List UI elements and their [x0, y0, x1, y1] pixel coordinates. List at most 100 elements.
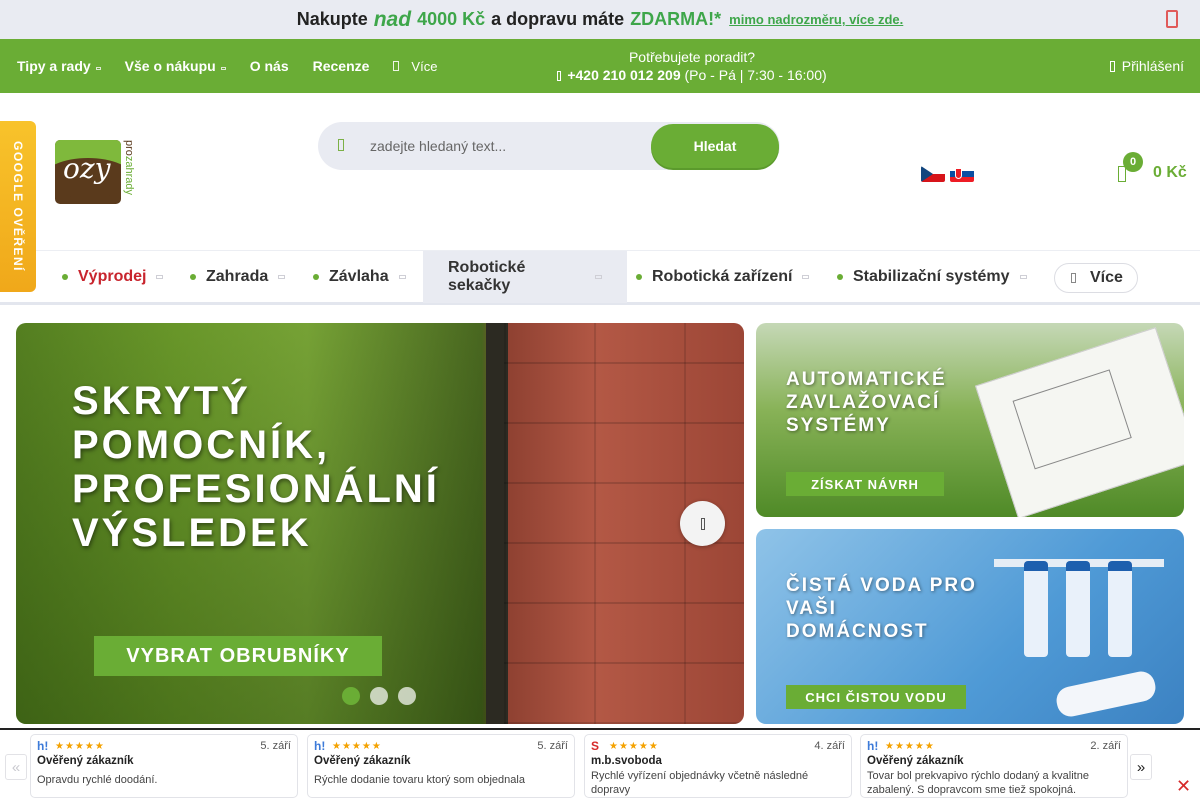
search-button[interactable]: Hledat: [651, 124, 779, 168]
irrigation-banner-title: AUTOMATICKÉ ZAVLAŽOVACÍ SYSTÉMY: [786, 369, 947, 436]
category-garden[interactable]: Zahrada: [190, 251, 286, 303]
phone-icon: [557, 71, 562, 81]
irrigation-banner-cta[interactable]: ZÍSKAT NÁVRH: [786, 472, 944, 496]
reviews-close-icon[interactable]: ✕: [1176, 776, 1191, 797]
review-source-logo-icon: S: [591, 739, 600, 753]
slider-dot[interactable]: [342, 687, 360, 705]
logo-text-b: zahrady: [123, 155, 135, 196]
topnav-more[interactable]: Více: [393, 59, 437, 74]
promo-text-b: a dopravu máte: [491, 9, 625, 29]
logo-wordmark: prozahrady: [121, 140, 135, 206]
irrigation-banner[interactable]: AUTOMATICKÉ ZAVLAŽOVACÍ SYSTÉMY ZÍSKAT N…: [756, 323, 1184, 517]
promo-text-a: Nakupte: [296, 9, 368, 29]
topnav-item-about[interactable]: O nás: [250, 58, 289, 74]
category-robotic-mowers[interactable]: Robotické sekačky: [423, 251, 627, 303]
topnav-more-label: Více: [411, 58, 438, 74]
chevron-down-icon: [398, 275, 406, 279]
logo-text-a: pro: [123, 140, 135, 156]
chevron-down-icon: [802, 275, 810, 279]
review-card: h! ★★★★★ 5. září Ověřený zákazník Rýchle…: [307, 734, 575, 798]
cart-count-badge: 0: [1123, 152, 1143, 172]
promo-amount: 4000 Kč: [417, 9, 486, 29]
heureka-logo-icon: h!: [37, 739, 49, 753]
site-logo[interactable]: ozy prozahrady: [55, 140, 145, 208]
help-contact: Potřebujete poradit? +420 210 012 209 (P…: [520, 48, 864, 84]
review-date: 5. září: [260, 740, 291, 752]
review-date: 2. září: [1090, 740, 1121, 752]
review-card: h! ★★★★★ 2. září Ověřený zákazník Tovar …: [860, 734, 1128, 798]
review-author: Ověřený zákazník: [37, 755, 134, 767]
category-robotic-devices[interactable]: Robotická zařízení: [636, 251, 810, 303]
chevron-down-icon: [595, 275, 602, 279]
category-nav: Výprodej Zahrada Závlaha Robotické sekač…: [0, 250, 1200, 305]
bullet-icon: [313, 274, 319, 280]
search-box: Hledat: [318, 122, 780, 170]
category-label: Robotické sekačky: [448, 259, 526, 294]
reviews-next-button[interactable]: »: [1130, 754, 1152, 780]
slider-dot[interactable]: [398, 687, 416, 705]
google-verification-label: GOOGLE OVĚŘENÍ: [11, 140, 25, 272]
top-nav: Tipy a rady Vše o nákupu O nás Recenze V…: [17, 39, 461, 93]
hero-headline: SKRYTÝ POMOCNÍK, PROFESIONÁLNÍ VÝSLEDEK: [72, 379, 440, 555]
review-text: Rychlé vyřízení objednávky včetně násled…: [591, 770, 809, 796]
review-date: 4. září: [814, 740, 845, 752]
chevron-down-icon: [95, 66, 101, 70]
topnav-label: Vše o nákupu: [124, 58, 216, 74]
hero-banner[interactable]: SKRYTÝ POMOCNÍK, PROFESIONÁLNÍ VÝSLEDEK …: [16, 323, 744, 724]
chevron-down-icon: [156, 275, 164, 279]
topnav-label: O nás: [249, 58, 289, 74]
rating-stars: ★★★★★: [332, 740, 382, 752]
bullet-icon: [62, 274, 68, 280]
filter-cartridges-image: [1053, 668, 1159, 720]
menu-icon: [1071, 273, 1076, 283]
logo-mark-text: ozy: [63, 152, 111, 185]
rating-stars: ★★★★★: [609, 740, 659, 752]
review-card: S ★★★★★ 4. září m.b.svoboda Rychlé vyříz…: [584, 734, 852, 798]
garden-plan-image: [975, 327, 1184, 517]
help-title: Potřebujete poradit?: [628, 49, 756, 65]
flag-sk-icon[interactable]: [950, 166, 974, 182]
promo-details-link[interactable]: mimo nadrozměru, více zde.: [729, 12, 903, 27]
slider-next-button[interactable]: [680, 501, 725, 546]
category-more[interactable]: Více: [1054, 263, 1138, 293]
google-verification-tab[interactable]: GOOGLE OVĚŘENÍ: [0, 121, 36, 292]
water-banner-cta[interactable]: CHCI ČISTOU VODU: [786, 685, 966, 709]
bullet-icon: [190, 274, 196, 280]
heureka-logo-icon: h!: [314, 739, 326, 753]
chevron-down-icon: [1019, 275, 1027, 279]
topnav-item-reviews[interactable]: Recenze: [313, 58, 370, 74]
rating-stars: ★★★★★: [55, 740, 105, 752]
hero-cta-button[interactable]: VYBRAT OBRUBNÍKY: [94, 636, 382, 676]
search-input[interactable]: [370, 130, 640, 162]
help-hours: (Po - Pá | 7:30 - 16:00): [684, 67, 827, 83]
reviews-prev-button[interactable]: «: [5, 754, 27, 780]
topnav-item-shopping[interactable]: Vše o nákupu: [125, 58, 226, 74]
cart-button[interactable]: 0 0 Kč: [1112, 150, 1192, 190]
slider-dot[interactable]: [370, 687, 388, 705]
slider-dots: [342, 687, 426, 705]
help-phone[interactable]: +420 210 012 209: [567, 67, 680, 83]
review-text: Tovar bol prekvapivo rýchlo dodaný a kva…: [867, 770, 1089, 796]
user-icon: [1109, 60, 1115, 72]
login-link[interactable]: Přihlášení: [1109, 58, 1184, 74]
topnav-label: Tipy a rady: [17, 58, 91, 74]
category-irrigation[interactable]: Závlaha: [313, 251, 406, 303]
review-card: h! ★★★★★ 5. září Ověřený zákazník Opravd…: [30, 734, 298, 798]
water-filter-banner[interactable]: ČISTÁ VODA PRO VAŠI DOMÁCNOST CHCI ČISTO…: [756, 529, 1184, 724]
category-label: Stabilizační systémy: [853, 268, 1010, 285]
top-bar: Tipy a rady Vše o nákupu O nás Recenze V…: [0, 39, 1200, 93]
heureka-logo-icon: h!: [867, 739, 879, 753]
menu-icon: [393, 61, 400, 71]
cart-total: 0 Kč: [1153, 164, 1187, 181]
category-sale[interactable]: Výprodej: [62, 251, 164, 303]
login-label: Přihlášení: [1121, 58, 1184, 74]
review-date: 5. září: [537, 740, 568, 752]
topnav-item-tips[interactable]: Tipy a rady: [17, 58, 101, 74]
chevron-right-icon: [700, 517, 705, 530]
chevron-down-icon: [220, 66, 226, 70]
water-filter-image: [1066, 561, 1090, 657]
flag-cz-icon[interactable]: [921, 166, 945, 182]
promo-close-icon[interactable]: [1166, 10, 1178, 28]
category-stabilization[interactable]: Stabilizační systémy: [837, 251, 1027, 303]
search-icon: [338, 139, 344, 151]
